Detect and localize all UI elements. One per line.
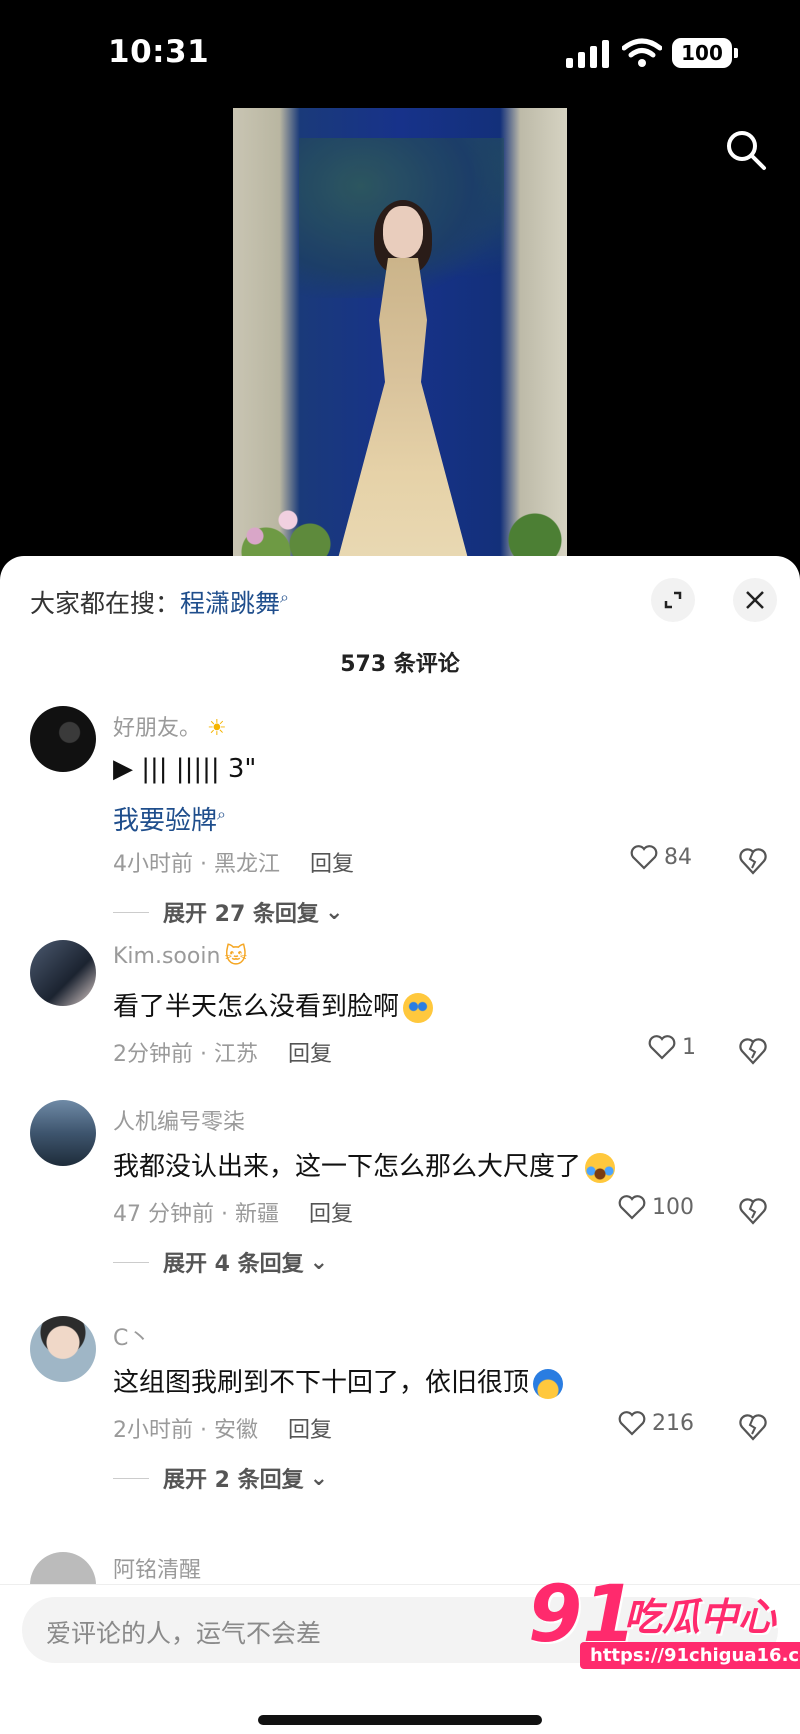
dislike-broken-heart-icon[interactable] [738, 1412, 768, 1442]
dislike-broken-heart-icon[interactable] [738, 1036, 768, 1066]
wifi-icon [622, 38, 662, 67]
divider-line [113, 911, 149, 913]
avatar[interactable] [30, 1316, 96, 1382]
comment-count-title: 573 条评论 [340, 652, 460, 677]
trending-search[interactable]: 大家都在搜：程潇跳舞⌕ [30, 584, 289, 620]
avatar[interactable] [30, 1100, 96, 1166]
divider-line [113, 1477, 149, 1479]
photo-face [383, 206, 423, 258]
comment-sheet: 大家都在搜：程潇跳舞⌕ 573 条评论 好朋友。 ☀ ▶ ||| ||||| 3"… [0, 556, 800, 1734]
cellular-signal-icon [566, 40, 609, 68]
like-count: 100 [652, 1194, 694, 1220]
comment-link[interactable]: 我要验牌⌕ [113, 800, 226, 837]
expand-replies-button[interactable]: 展开 2 条回复 ⌄ [113, 1462, 328, 1494]
photo-plant [487, 498, 567, 558]
comment-author[interactable]: 好朋友。 ☀ [113, 710, 227, 742]
laughing-crying-emoji-icon [585, 1152, 616, 1183]
search-icon[interactable] [724, 128, 768, 172]
chevron-down-icon: ⌄ [324, 899, 344, 925]
like-button[interactable]: 84 [630, 844, 692, 870]
small-search-icon: ⌕ [280, 587, 289, 607]
expand-sheet-button[interactable] [651, 578, 695, 622]
divider-line [113, 1261, 149, 1263]
comment-meta: 4小时前 · 黑龙江 回复 [113, 852, 354, 877]
comment-meta: 47 分钟前 · 新疆 回复 [113, 1202, 353, 1227]
close-icon [746, 591, 764, 609]
heart-icon [618, 1411, 646, 1436]
heart-icon [618, 1195, 646, 1220]
crying-emoji-icon [403, 992, 434, 1023]
comment-author[interactable]: Kim.sooin 🐱 [113, 944, 247, 969]
expand-replies-button[interactable]: 展开 4 条回复 ⌄ [113, 1246, 328, 1278]
cat-emoji-icon: 🐱 [224, 944, 248, 969]
trending-term[interactable]: 程潇跳舞 [180, 589, 280, 618]
comment-author[interactable]: C丶 [113, 1320, 150, 1352]
like-button[interactable]: 216 [618, 1410, 694, 1436]
photo-dress [335, 258, 471, 558]
reply-button[interactable]: 回复 [288, 1042, 332, 1067]
like-button[interactable]: 1 [648, 1034, 696, 1060]
reply-button[interactable]: 回复 [309, 1202, 353, 1227]
photo-flowers [233, 488, 343, 558]
heart-icon [630, 845, 658, 870]
like-count: 216 [652, 1410, 694, 1436]
reply-button[interactable]: 回复 [288, 1418, 332, 1443]
comment-item: C丶 这组图我刷到不下十回了，依旧很顶 2小时前 · 安徽 回复 216 展开 2… [0, 1316, 800, 1516]
like-count: 84 [664, 844, 692, 870]
like-count: 1 [682, 1034, 696, 1060]
comment-text: 我都没认出来，这一下怎么那么大尺度了 [113, 1146, 616, 1183]
chevron-down-icon: ⌄ [309, 1249, 329, 1275]
battery-indicator: 100 [672, 38, 738, 68]
reply-button[interactable]: 回复 [310, 852, 354, 877]
blue-face-emoji-icon [533, 1368, 564, 1399]
dislike-broken-heart-icon[interactable] [738, 1196, 768, 1226]
status-bar: 10:31 100 [0, 0, 800, 110]
sun-emoji-icon: ☀ [207, 716, 227, 741]
expand-replies-button[interactable]: 展开 27 条回复 ⌄ [113, 896, 343, 928]
avatar[interactable] [30, 940, 96, 1006]
small-search-icon: ⌕ [217, 804, 226, 824]
comment-item: 好朋友。 ☀ ▶ ||| ||||| 3" 我要验牌⌕ 4小时前 · 黑龙江 回复 … [0, 706, 800, 928]
home-indicator [258, 1715, 542, 1725]
comment-text: 看了半天怎么没看到脸啊 [113, 986, 434, 1023]
comment-text: ▶ ||| ||||| 3" [113, 754, 257, 784]
close-sheet-button[interactable] [733, 578, 777, 622]
avatar[interactable] [30, 706, 96, 772]
comment-author[interactable]: 阿铭清醒 [113, 1552, 201, 1584]
dislike-broken-heart-icon[interactable] [738, 846, 768, 876]
watermark-text: 吃瓜中心 [624, 1595, 777, 1639]
comment-meta: 2分钟前 · 江苏 回复 [113, 1042, 332, 1067]
comment-author[interactable]: 人机编号零柒 [113, 1104, 245, 1136]
chevron-down-icon: ⌄ [309, 1465, 329, 1491]
expand-icon [664, 591, 682, 609]
site-watermark: 91 吃瓜中心 https://91chigua16.com [528, 1570, 800, 1682]
comment-text: 这组图我刷到不下十回了，依旧很顶 [113, 1362, 564, 1399]
like-button[interactable]: 100 [618, 1194, 694, 1220]
status-time: 10:31 [108, 34, 210, 70]
post-photo[interactable] [233, 108, 567, 558]
watermark-url: https://91chigua16.com [580, 1642, 800, 1669]
trending-prefix: 大家都在搜： [30, 589, 181, 618]
comment-item: 人机编号零柒 我都没认出来，这一下怎么那么大尺度了 47 分钟前 · 新疆 回复 … [0, 1100, 800, 1300]
comment-item: Kim.sooin 🐱 看了半天怎么没看到脸啊 2分钟前 · 江苏 回复 1 [0, 940, 800, 1090]
comment-meta: 2小时前 · 安徽 回复 [113, 1418, 332, 1443]
heart-icon [648, 1035, 676, 1060]
comment-input-placeholder: 爱评论的人，运气不会差 [46, 1619, 322, 1648]
